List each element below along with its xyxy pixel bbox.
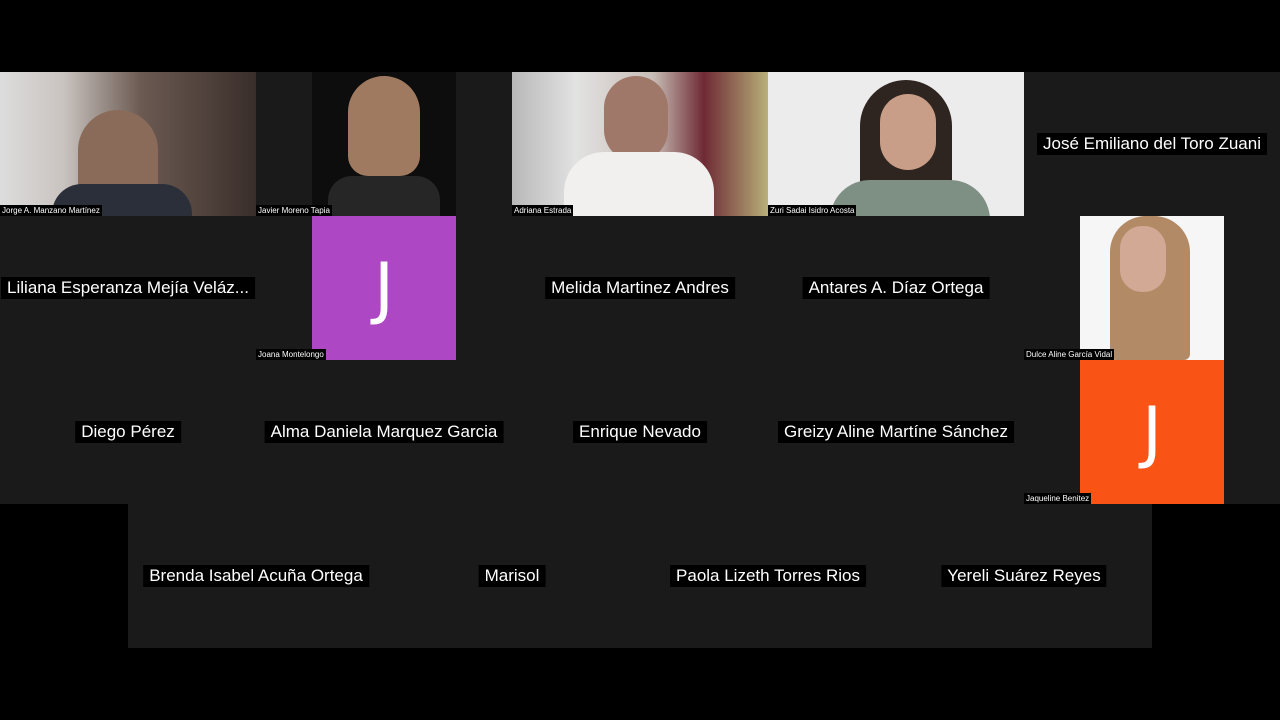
person-silhouette: [348, 76, 420, 176]
participant-tile-liliana[interactable]: Liliana Esperanza Mejía Veláz...: [0, 216, 256, 360]
participant-tile-diego[interactable]: Diego Pérez: [0, 360, 256, 504]
avatar-initial: J: [1141, 392, 1163, 472]
participant-name: Diego Pérez: [75, 421, 181, 443]
participant-name: Joana Montelongo: [256, 349, 326, 360]
participant-name: Marisol: [478, 565, 546, 587]
participant-name: Enrique Nevado: [573, 421, 707, 443]
participant-tile-javier[interactable]: Javier Moreno Tapia: [256, 72, 512, 216]
participant-tile-antares[interactable]: Antares A. Díaz Ortega: [768, 216, 1024, 360]
participant-tile-zuri[interactable]: Zuri Sadai Isidro Acosta: [768, 72, 1024, 216]
participant-name: Yereli Suárez Reyes: [941, 565, 1107, 587]
participant-name: Jaqueline Benitez: [1024, 493, 1092, 504]
avatar-initial: J: [373, 248, 395, 328]
meeting-gallery-view: Jorge A. Manzano Martínez Javier Moreno …: [0, 0, 1280, 720]
participant-tile-yereli[interactable]: Yereli Suárez Reyes: [896, 504, 1152, 648]
person-body: [328, 176, 440, 216]
participant-name: Jorge A. Manzano Martínez: [0, 205, 102, 216]
participant-name: Alma Daniela Marquez Garcia: [264, 421, 504, 443]
participant-name: Adriana Estrada: [512, 205, 574, 216]
participant-name: Antares A. Díaz Ortega: [802, 277, 990, 299]
person-body: [564, 152, 714, 216]
participant-tile-alma[interactable]: Alma Daniela Marquez Garcia: [256, 360, 512, 504]
participant-tile-jorge[interactable]: Jorge A. Manzano Martínez: [0, 72, 256, 216]
participant-name: Paola Lizeth Torres Rios: [670, 565, 866, 587]
participant-tile-jose[interactable]: José Emiliano del Toro Zuani: [1024, 72, 1280, 216]
person-face: [1120, 226, 1166, 292]
participant-tile-greizy[interactable]: Greizy Aline Martíne Sánchez: [768, 360, 1024, 504]
participant-tile-jaqueline[interactable]: J Jaqueline Benitez: [1024, 360, 1280, 504]
person-face: [880, 94, 936, 170]
participant-tile-adriana[interactable]: Adriana Estrada: [512, 72, 768, 216]
participant-tile-dulce[interactable]: Dulce Aline García Vidal: [1024, 216, 1280, 360]
participant-name: Javier Moreno Tapia: [256, 205, 332, 216]
participant-name: Liliana Esperanza Mejía Veláz...: [1, 277, 255, 299]
participant-tile-joana[interactable]: J Joana Montelongo: [256, 216, 512, 360]
participant-tile-enrique[interactable]: Enrique Nevado: [512, 360, 768, 504]
participant-name: Zuri Sadai Isidro Acosta: [768, 205, 857, 216]
participant-name: José Emiliano del Toro Zuani: [1037, 133, 1267, 155]
participant-name: Brenda Isabel Acuña Ortega: [143, 565, 369, 587]
participant-tile-paola[interactable]: Paola Lizeth Torres Rios: [640, 504, 896, 648]
profile-avatar: J: [1080, 360, 1224, 504]
participant-name: Melida Martinez Andres: [545, 277, 735, 299]
participant-tile-brenda[interactable]: Brenda Isabel Acuña Ortega: [128, 504, 384, 648]
participant-name: Dulce Aline García Vidal: [1024, 349, 1115, 360]
profile-avatar: J: [312, 216, 456, 360]
participant-tile-melida[interactable]: Melida Martinez Andres: [512, 216, 768, 360]
participant-name: Greizy Aline Martíne Sánchez: [778, 421, 1014, 443]
participant-tile-marisol[interactable]: Marisol: [384, 504, 640, 648]
person-silhouette: [604, 76, 668, 162]
